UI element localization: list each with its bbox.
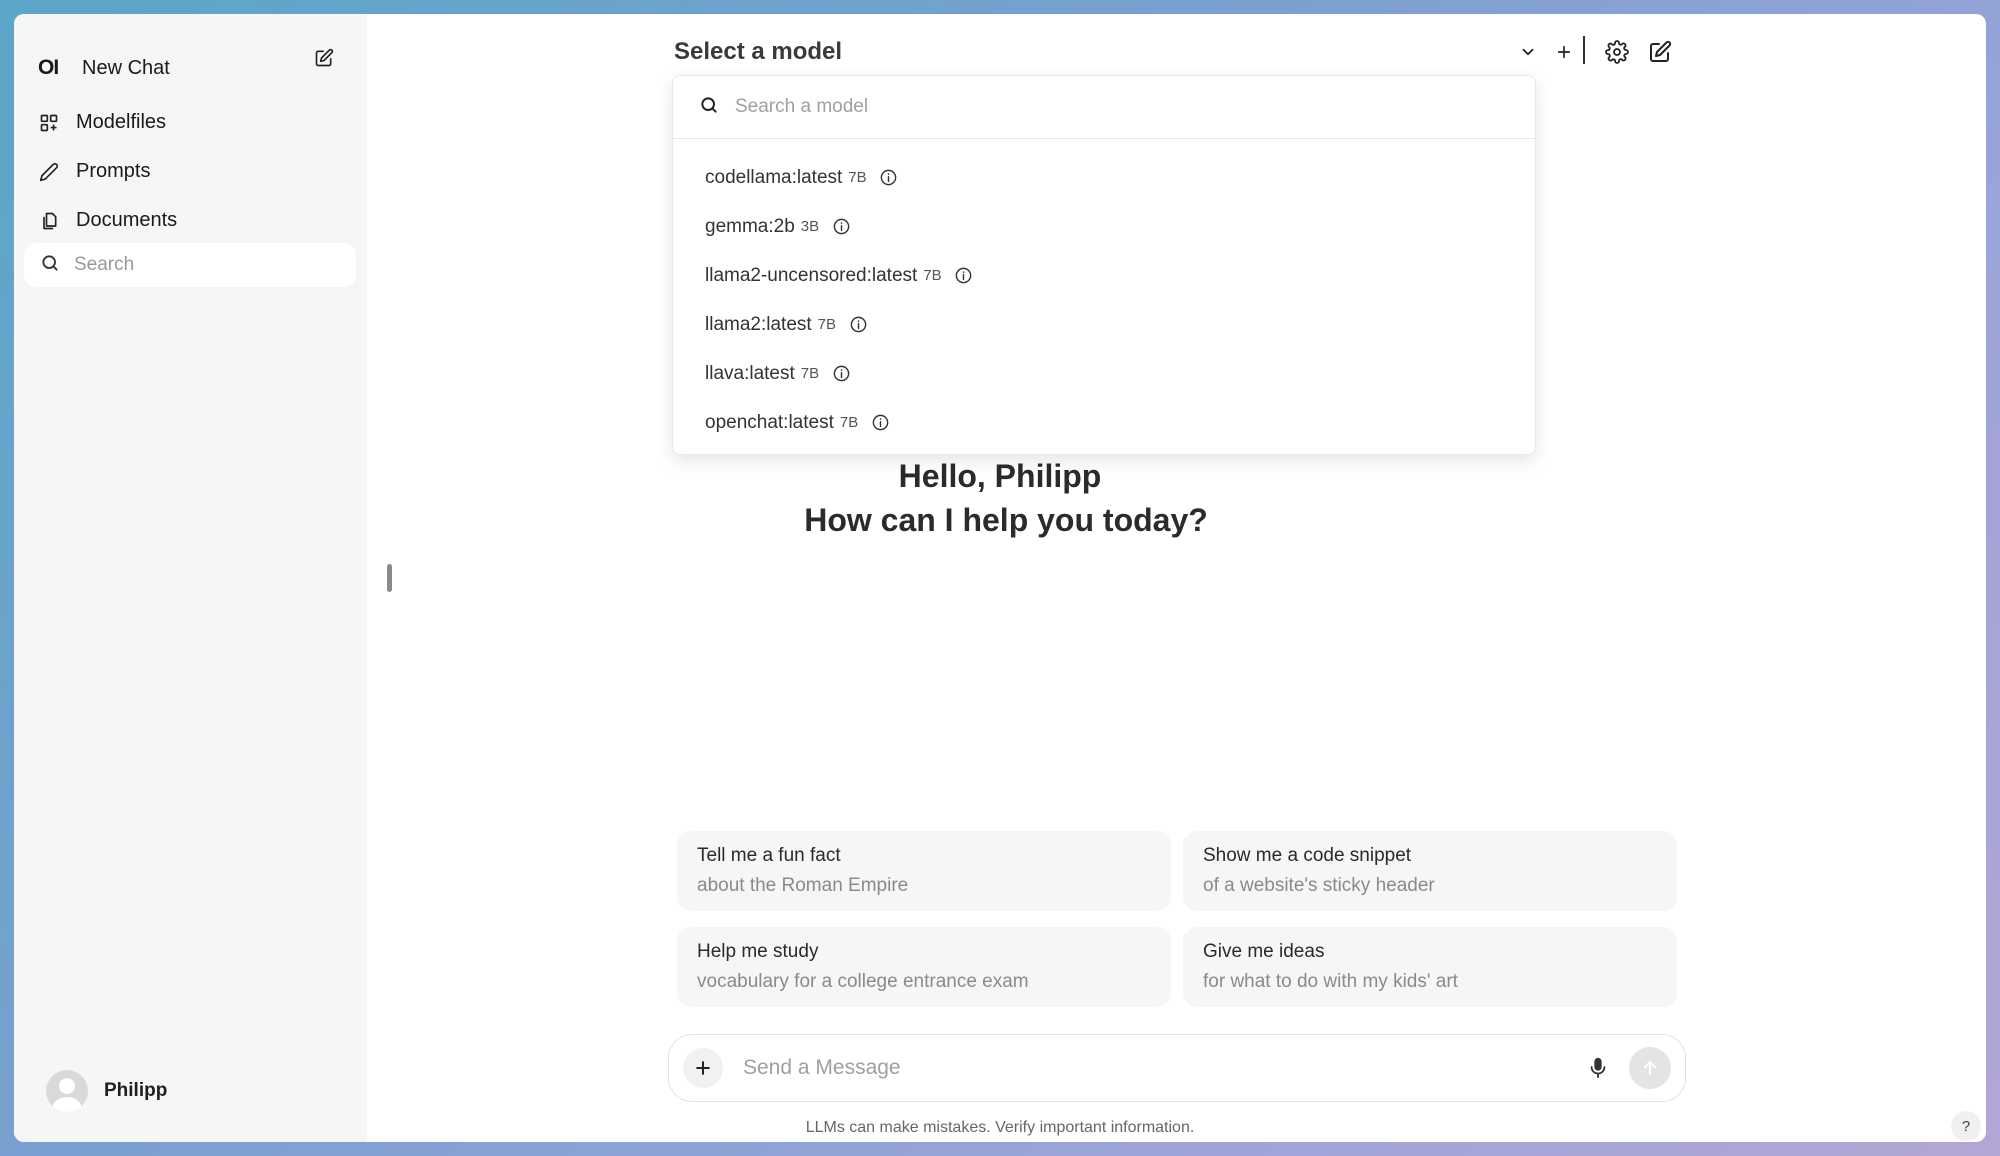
model-option[interactable]: llama2:latest 7B: [673, 300, 1535, 349]
model-name: codellama:latest: [705, 166, 843, 188]
chevron-down-icon[interactable]: [1514, 38, 1542, 66]
suggestion-title: Tell me a fun fact: [697, 845, 841, 866]
gear-icon[interactable]: [1603, 38, 1631, 66]
avatar: [46, 1070, 88, 1112]
suggestion-title: Show me a code snippet: [1203, 845, 1412, 866]
model-name: llama2:latest: [705, 313, 812, 335]
suggestion-card[interactable]: Give me ideas for what to do with my kid…: [1183, 927, 1677, 1007]
model-name: gemma:2b: [705, 215, 795, 237]
documents-icon: [38, 210, 60, 232]
suggestion-subtitle: about the Roman Empire: [697, 875, 909, 896]
suggestion-title: Help me study: [697, 941, 819, 962]
model-size: 7B: [848, 169, 867, 186]
add-model-icon[interactable]: [1550, 38, 1578, 66]
pencil-icon: [38, 161, 60, 183]
model-size: 7B: [800, 365, 820, 382]
model-size: 7B: [923, 267, 942, 284]
sidebar-item-label: Modelfiles: [76, 111, 167, 133]
suggestion-card[interactable]: Show me a code snippet of a website's st…: [1183, 831, 1677, 911]
model-search-input[interactable]: Search a model: [673, 76, 1535, 139]
model-size: 7B: [817, 316, 837, 333]
info-icon[interactable]: [870, 413, 890, 433]
new-chat-icon[interactable]: [1646, 38, 1674, 66]
suggestion-card[interactable]: Tell me a fun fact about the Roman Empir…: [677, 831, 1171, 911]
model-search-placeholder: Search a model: [735, 96, 869, 117]
model-option[interactable]: openchat:latest 7B: [673, 398, 1535, 447]
attach-button[interactable]: [683, 1048, 723, 1088]
model-selector[interactable]: Select a model: [674, 38, 842, 66]
model-size: 3B: [800, 218, 820, 235]
message-input[interactable]: Send a Message: [743, 1056, 1583, 1080]
sidebar-resize-handle[interactable]: [387, 564, 392, 592]
user-menu[interactable]: Philipp: [46, 1070, 167, 1112]
model-option[interactable]: llama2-uncensored:latest 7B: [673, 251, 1535, 300]
suggestion-subtitle: vocabulary for a college entrance exam: [697, 971, 1029, 992]
suggestion-subtitle: for what to do with my kids' art: [1203, 971, 1458, 992]
grid-icon: [38, 112, 60, 134]
greeting-line-2: How can I help you today?: [804, 502, 1208, 538]
model-dropdown: Search a model codellama:latest 7B gemma…: [672, 75, 1536, 455]
model-option[interactable]: llava:latest 7B: [673, 349, 1535, 398]
microphone-icon[interactable]: [1583, 1053, 1613, 1083]
compose-icon[interactable]: [310, 44, 338, 72]
model-option[interactable]: codellama:latest 7B: [673, 153, 1535, 202]
header-divider: [1583, 36, 1585, 64]
info-icon[interactable]: [831, 217, 851, 237]
model-name: llava:latest: [705, 362, 795, 384]
send-button[interactable]: [1629, 1047, 1671, 1089]
new-chat-label: New Chat: [82, 56, 170, 79]
sidebar-item-label: Prompts: [76, 160, 151, 182]
sidebar-item-modelfiles[interactable]: Modelfiles: [38, 111, 166, 134]
sidebar-item-prompts[interactable]: Prompts: [38, 160, 150, 183]
suggestion-title: Give me ideas: [1203, 941, 1325, 962]
model-name: openchat:latest: [705, 411, 834, 433]
message-composer: Send a Message: [668, 1034, 1686, 1102]
sidebar-item-documents[interactable]: Documents: [38, 209, 177, 232]
search-icon: [40, 253, 60, 278]
info-icon[interactable]: [954, 266, 974, 286]
app-logo: OI: [38, 56, 59, 79]
new-chat-button[interactable]: OI New Chat: [38, 56, 170, 80]
info-icon[interactable]: [848, 315, 868, 335]
sidebar-item-label: Documents: [76, 209, 178, 231]
search-icon: [699, 95, 719, 120]
search-placeholder: Search: [74, 254, 135, 275]
model-size: 7B: [839, 414, 859, 431]
info-icon[interactable]: [879, 168, 899, 188]
model-name: llama2-uncensored:latest: [705, 264, 918, 286]
sidebar-search-input[interactable]: Search: [24, 243, 356, 287]
greeting-line-1: Hello, Philipp: [898, 458, 1102, 494]
sidebar: OI New Chat Modelfiles Prompts Documents: [14, 14, 367, 1142]
user-name: Philipp: [104, 1080, 168, 1101]
model-option[interactable]: gemma:2b 3B: [673, 202, 1535, 251]
disclaimer-text: LLMs can make mistakes. Verify important…: [805, 1119, 1195, 1136]
suggestion-card[interactable]: Help me study vocabulary for a college e…: [677, 927, 1171, 1007]
app-window: OI New Chat Modelfiles Prompts Documents: [14, 14, 1986, 1142]
help-button[interactable]: ?: [1951, 1111, 1981, 1141]
suggestion-subtitle: of a website's sticky header: [1203, 875, 1435, 896]
model-list: codellama:latest 7B gemma:2b 3B llama2-u…: [673, 139, 1535, 447]
info-icon[interactable]: [831, 364, 851, 384]
